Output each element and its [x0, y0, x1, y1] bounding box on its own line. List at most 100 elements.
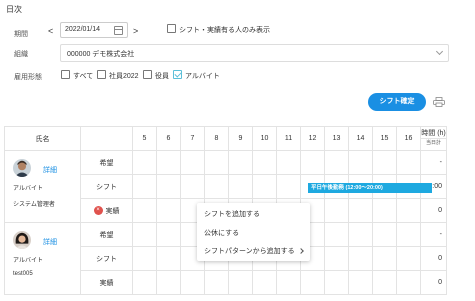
employment-checkbox-employee[interactable] [97, 70, 106, 79]
table-row: 詳細 アルバイト システム管理者 希望 - [4, 150, 447, 223]
hour-cell[interactable] [180, 270, 205, 295]
hour-cell[interactable] [372, 150, 397, 175]
organization-label: 組織 [14, 51, 28, 58]
row-type-actual: × 実績 [80, 198, 133, 223]
employee-role: アルバイト [13, 186, 43, 192]
hour-cell[interactable] [324, 270, 349, 295]
hour-cell[interactable] [372, 198, 397, 223]
hour-cell[interactable] [156, 222, 181, 247]
hour-cell[interactable] [396, 270, 421, 295]
employment-option-label: アルバイト [185, 73, 220, 80]
row-type-label: 実績 [105, 207, 120, 215]
hour-cell[interactable] [132, 198, 157, 223]
hour-cell[interactable] [276, 174, 301, 199]
hour-cell[interactable] [156, 246, 181, 271]
hour-cell[interactable] [372, 222, 397, 247]
hour-cell[interactable] [180, 150, 205, 175]
hour-cell[interactable] [324, 246, 349, 271]
employment-option-label: 社員2022 [109, 73, 139, 80]
hour-header: 11 [276, 126, 301, 151]
menu-item-label: シフトパターンから追加する [204, 248, 295, 255]
hour-cell[interactable] [348, 222, 373, 247]
hour-header: 5 [132, 126, 157, 151]
total-hours-subtitle: 当日計 [421, 138, 446, 148]
hour-cell[interactable] [204, 174, 229, 199]
employment-checkbox-officer[interactable] [143, 70, 152, 79]
hour-cell[interactable] [324, 198, 349, 223]
hour-cell[interactable] [156, 270, 181, 295]
hour-cell[interactable] [132, 246, 157, 271]
hour-cell[interactable] [348, 246, 373, 271]
date-input[interactable]: 2022/01/14 [60, 22, 128, 38]
hour-cell[interactable] [348, 150, 373, 175]
employee-role: アルバイト [13, 258, 43, 264]
organization-select[interactable]: 000000 デモ株式会社 [60, 44, 449, 62]
error-icon[interactable]: × [93, 206, 103, 216]
detail-link[interactable]: 詳細 [43, 165, 57, 175]
hour-header: 6 [156, 126, 181, 151]
total-hours-header: 時間 (h) 当日計 [420, 126, 447, 151]
type-header [80, 126, 133, 151]
hour-cell[interactable] [252, 174, 277, 199]
printer-icon[interactable] [433, 97, 445, 107]
total-hours-title: 時間 (h) [421, 130, 446, 137]
calendar-icon[interactable] [114, 26, 123, 35]
hour-cell[interactable] [156, 174, 181, 199]
hour-cell[interactable] [156, 198, 181, 223]
hour-cell[interactable] [348, 270, 373, 295]
hour-cell[interactable] [228, 174, 253, 199]
context-menu: シフトを追加する 公休にする シフトパターンから追加する [197, 203, 310, 261]
hour-cell[interactable] [132, 270, 157, 295]
hour-cell[interactable] [396, 246, 421, 271]
page-title: 日次 [6, 5, 22, 14]
hour-cell[interactable] [132, 174, 157, 199]
employment-checkbox-all[interactable] [61, 70, 70, 79]
hour-cell[interactable] [324, 150, 349, 175]
prev-date-button[interactable]: < [48, 26, 53, 36]
hour-cell[interactable] [396, 222, 421, 247]
row-type-label: 実績 [80, 270, 133, 295]
employment-option-label: すべて [73, 73, 94, 80]
employment-checkbox-parttime[interactable] [173, 70, 182, 79]
hour-cell[interactable] [276, 270, 301, 295]
hour-cell[interactable] [204, 150, 229, 175]
menu-item-add-from-pattern[interactable]: シフトパターンから追加する [204, 246, 304, 256]
hour-cell[interactable] [372, 270, 397, 295]
hour-cell[interactable] [252, 150, 277, 175]
hour-cell[interactable] [348, 198, 373, 223]
period-label: 期間 [14, 31, 28, 38]
hour-cell[interactable] [396, 198, 421, 223]
shift-bar[interactable]: 平日午後勤務 (12:00〜20:00) [308, 183, 432, 193]
hour-cell[interactable] [324, 222, 349, 247]
hour-cell[interactable] [204, 270, 229, 295]
hour-cell[interactable] [228, 270, 253, 295]
hour-cell[interactable] [156, 150, 181, 175]
avatar [13, 231, 31, 249]
hour-cell[interactable] [252, 270, 277, 295]
hour-cell[interactable] [372, 246, 397, 271]
confirm-shift-button[interactable]: シフト確定 [368, 93, 426, 111]
hour-header: 14 [348, 126, 373, 151]
hour-cell[interactable] [396, 150, 421, 175]
menu-item-add-shift[interactable]: シフトを追加する [204, 209, 260, 219]
organization-value: 000000 デモ株式会社 [67, 51, 135, 58]
next-date-button[interactable]: > [133, 26, 138, 36]
hour-cell[interactable] [132, 150, 157, 175]
hour-header: 16 [396, 126, 421, 151]
hour-cell[interactable] [228, 150, 253, 175]
employment-option-label: 役員 [155, 73, 169, 80]
hour-cell[interactable] [276, 150, 301, 175]
avatar [13, 159, 31, 177]
hour-cell[interactable] [300, 270, 325, 295]
employee-name: システム管理者 [13, 202, 55, 208]
hour-cell[interactable] [132, 222, 157, 247]
filter-checkbox[interactable] [167, 24, 176, 33]
hour-header: 10 [252, 126, 277, 151]
hour-header: 13 [324, 126, 349, 151]
row-total: - [420, 150, 447, 175]
hour-cell[interactable] [300, 150, 325, 175]
menu-item-day-off[interactable]: 公休にする [204, 228, 239, 238]
hour-cell[interactable] [180, 174, 205, 199]
name-header: 氏名 [4, 126, 81, 151]
detail-link[interactable]: 詳細 [43, 237, 57, 247]
